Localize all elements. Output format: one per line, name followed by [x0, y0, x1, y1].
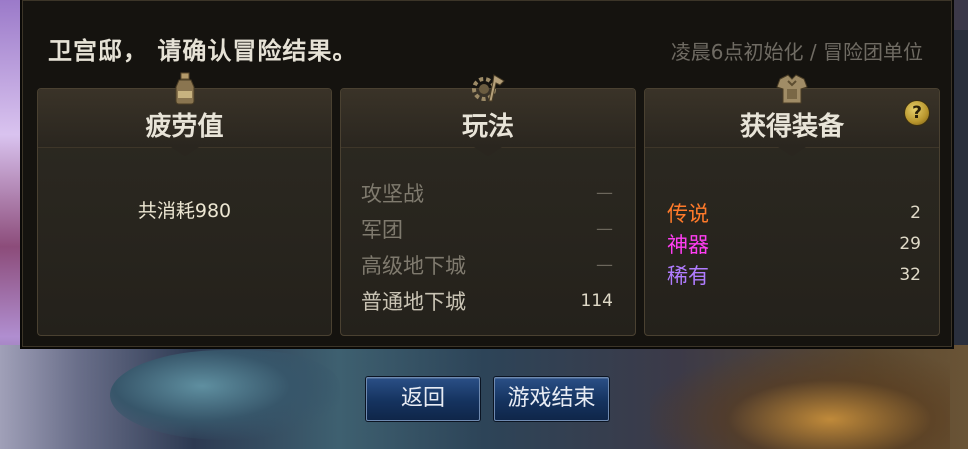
background-creature	[110, 350, 340, 440]
mode-value: —	[596, 219, 613, 239]
armor-icon	[776, 74, 808, 104]
background-glow	[650, 350, 950, 449]
potion-bottle-icon	[175, 72, 194, 105]
gear-row-rare: 稀有 32	[667, 259, 921, 290]
dialog-title: 卫宫邸， 请确认冒险结果。	[48, 36, 358, 65]
mode-row-normal-dungeon: 普通地下城 114	[361, 283, 613, 319]
mode-name: 高级地下城	[361, 254, 466, 278]
mode-row-raid: 攻坚战 —	[361, 175, 613, 211]
reset-info: 凌晨6点初始化 / 冒险团单位	[670, 40, 923, 64]
end-game-button[interactable]: 游戏结束	[494, 377, 609, 421]
mode-row-legion: 军团 —	[361, 211, 613, 247]
fatigue-panel-header: 疲劳值	[38, 72, 331, 156]
gear-panel: 获得装备 ? 传说 2 神器 29 稀有 32	[644, 74, 940, 336]
fatigue-panel: 疲劳值 共消耗980	[37, 72, 332, 336]
back-button[interactable]: 返回	[366, 377, 480, 421]
fatigue-panel-title: 疲劳值	[145, 112, 224, 142]
gear-list: 传说 2 神器 29 稀有 32	[667, 197, 921, 290]
header-pointer	[474, 147, 502, 156]
mode-value: —	[596, 255, 613, 275]
gear-axe-icon	[472, 74, 505, 102]
gear-rarity: 稀有	[667, 263, 709, 288]
header-pointer	[778, 147, 806, 156]
mode-value: —	[596, 183, 613, 203]
gear-count: 32	[899, 264, 921, 285]
adventure-result-dialog: 卫宫邸， 请确认冒险结果。 凌晨6点初始化 / 冒险团单位 疲劳值 共消耗980…	[22, 0, 952, 347]
gear-panel-title: 获得装备	[739, 112, 844, 142]
gear-count: 2	[910, 202, 921, 223]
mode-name: 军团	[361, 218, 403, 242]
mode-value: 114	[580, 291, 613, 311]
mode-panel: 玩法 攻坚战 — 军团 — 高级地下城 — 普通地下城 114	[340, 74, 636, 336]
gear-row-artifact: 神器 29	[667, 228, 921, 259]
header-pointer	[170, 147, 199, 156]
fatigue-consumed: 共消耗980	[137, 200, 232, 222]
gear-count: 29	[899, 233, 921, 254]
gear-rarity: 传说	[667, 201, 709, 226]
mode-list: 攻坚战 — 军团 — 高级地下城 — 普通地下城 114	[361, 175, 613, 319]
gear-panel-header: 获得装备 ?	[645, 74, 939, 156]
mode-row-advanced-dungeon: 高级地下城 —	[361, 247, 613, 283]
mode-panel-header: 玩法	[341, 74, 635, 156]
gear-row-legendary: 传说 2	[667, 197, 921, 228]
mode-panel-title: 玩法	[461, 112, 514, 142]
help-icon[interactable]: ?	[905, 101, 929, 125]
mode-name: 普通地下城	[361, 290, 466, 314]
mode-name: 攻坚战	[361, 182, 424, 206]
gear-rarity: 神器	[667, 232, 709, 257]
